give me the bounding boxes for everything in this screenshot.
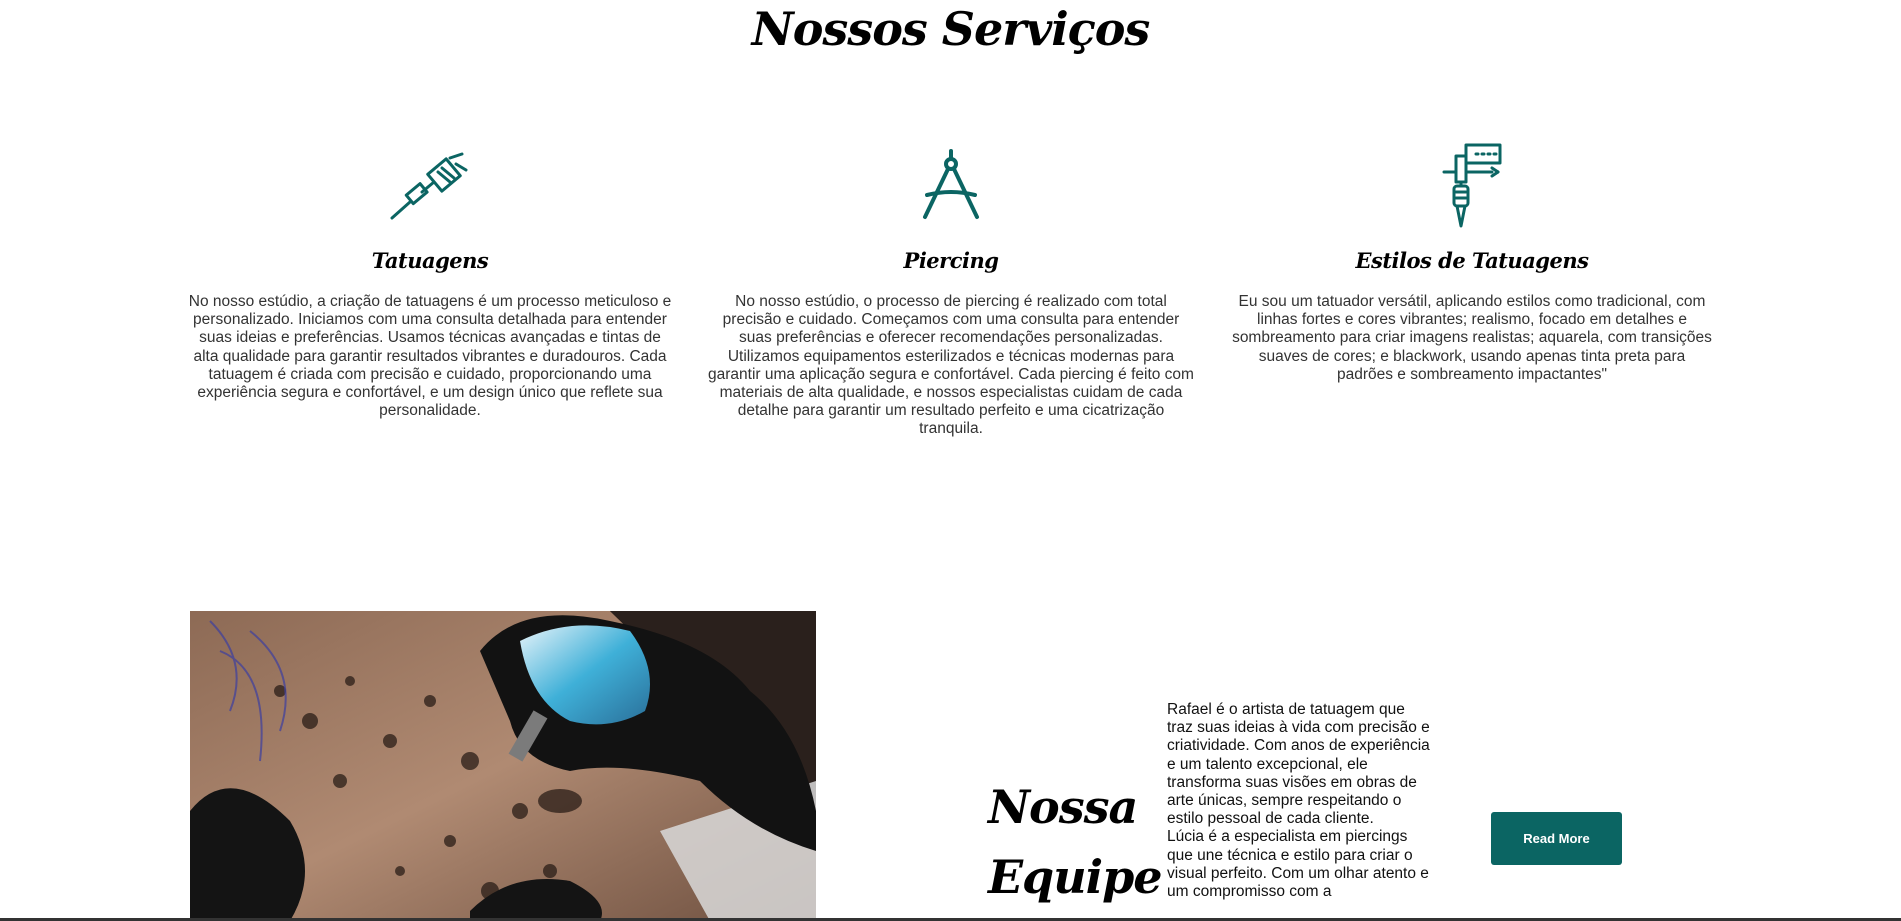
team-title-line2: Equipe <box>988 850 1163 904</box>
tattoo-machine-icon <box>185 140 675 230</box>
team-title-line1: Nossa <box>988 780 1138 834</box>
service-description: Eu sou um tatuador versátil, aplicando e… <box>1232 293 1712 383</box>
tattooing-photo <box>190 611 816 921</box>
service-title: Piercing <box>903 248 999 273</box>
service-description: No nosso estúdio, o processo de piercing… <box>708 293 1194 438</box>
service-card-estilos: Estilos de Tatuagens Eu sou um tatuador … <box>1227 140 1717 384</box>
compass-icon <box>706 140 1196 230</box>
service-title: Tatuagens <box>371 248 489 273</box>
team-paragraph-rafael: Rafael é o artista de tatuagem que traz … <box>1167 701 1430 828</box>
service-card-tatuagens: Tatuagens No nosso estúdio, a criação de… <box>185 140 675 420</box>
tattoo-gun-vertical-icon <box>1227 140 1717 230</box>
service-title: Estilos de Tatuagens <box>1355 248 1589 273</box>
page: Nossos Serviços Tatuagens No nosso estúd… <box>0 0 1901 921</box>
read-more-button[interactable]: Read More <box>1491 812 1622 865</box>
team-title: Nossa Equipe <box>988 772 1163 912</box>
service-card-piercing: Piercing No nosso estúdio, o processo de… <box>706 140 1196 439</box>
team-description: Rafael é o artista de tatuagem que traz … <box>1167 701 1432 901</box>
service-description: No nosso estúdio, a criação de tatuagens… <box>188 293 672 420</box>
team-paragraph-lucia: Lúcia é a especialista em piercings que … <box>1167 828 1429 901</box>
services-title: Nossos Serviços <box>751 2 1151 56</box>
